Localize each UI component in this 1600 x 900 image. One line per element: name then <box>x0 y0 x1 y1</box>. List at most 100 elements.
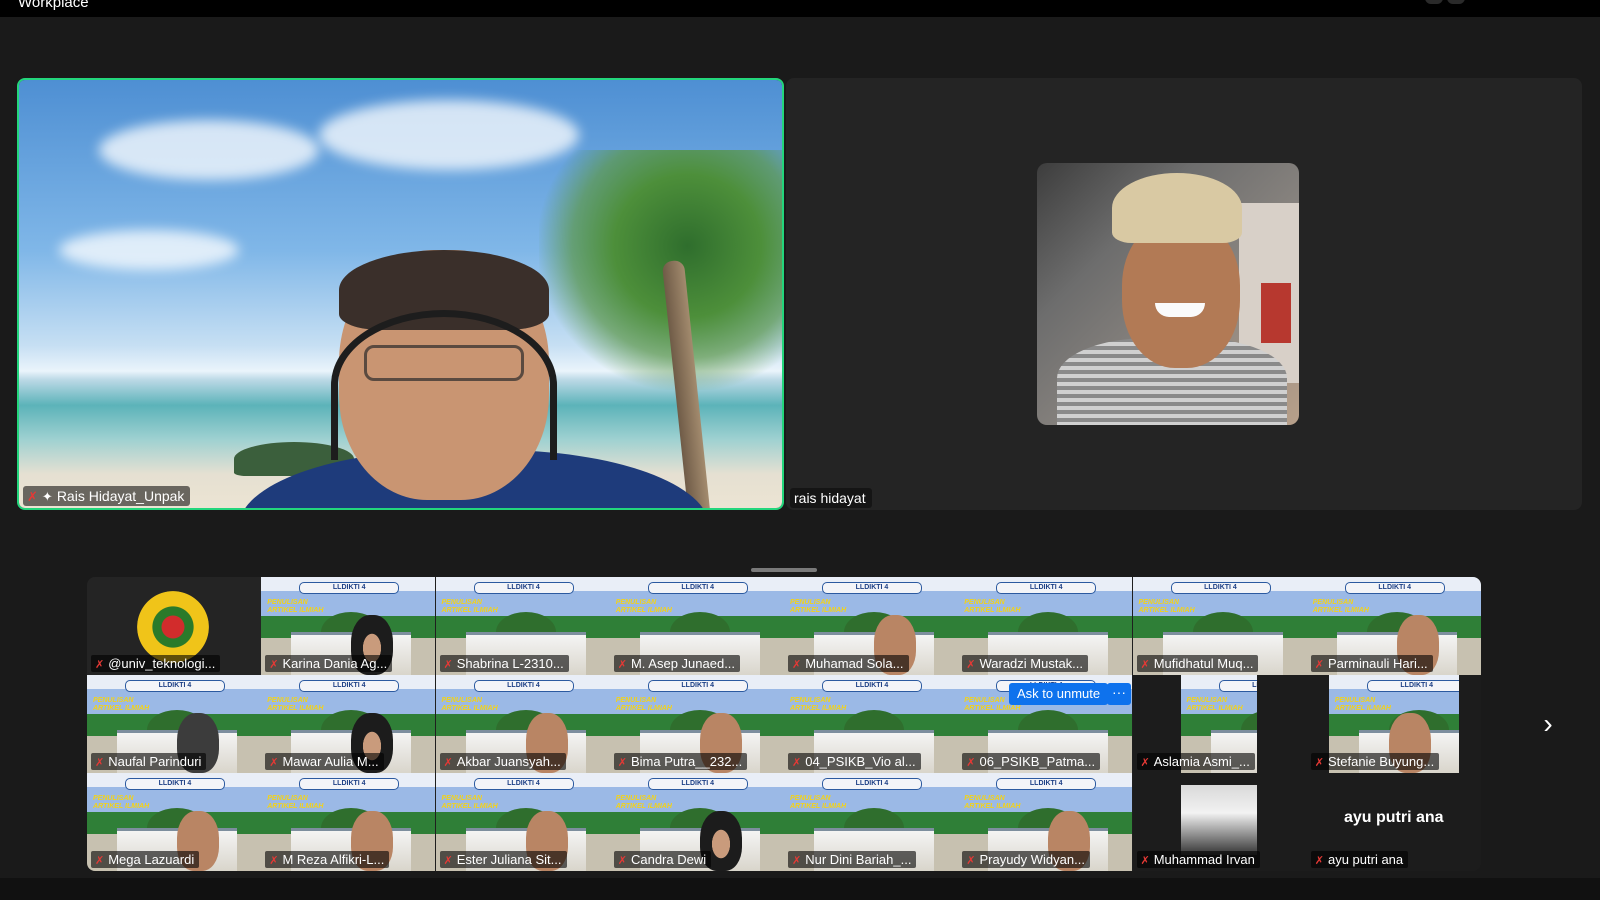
poster-banner: LLDIKTI 4 <box>822 680 922 692</box>
participant-tile[interactable]: LLDIKTI 4 PENULISAN ARTIKEL ILMIAH ✗ M. Ase… <box>609 577 784 675</box>
participant-name-label: ✗ Candra Dewi <box>613 851 712 868</box>
participant-name-label: ✗ Aslamia Asmi_... <box>1136 753 1255 770</box>
participant-tile[interactable]: LLDIKTI 4 PENULISAN ARTIKEL ILMIAH ✗ M Reza… <box>261 773 436 871</box>
participant-tile[interactable]: LLDIKTI 4 PENULISAN ARTIKEL ILMIAH ✗ Mawar … <box>261 675 436 773</box>
participant-name-label: ✗ Bima Putra__232... <box>613 753 748 770</box>
participant-tile[interactable]: LLDIKTI 4 PENULISAN ARTIKEL ILMIAH ✗ Mega L… <box>87 773 261 871</box>
poster-banner: LLDIKTI 4 <box>1366 680 1459 692</box>
cloud <box>59 230 239 270</box>
mic-off-icon: ✗ <box>269 659 279 671</box>
poster-banner: LLDIKTI 4 <box>647 778 748 790</box>
poster-headline: PENULISAN ARTIKEL ILMIAH <box>441 795 498 810</box>
app-title: Workplace <box>18 0 89 11</box>
university-logo <box>137 591 209 663</box>
gallery-strip: ✗ @univ_teknologi... LLDIKTI 4 PENULISAN AR… <box>87 577 1481 871</box>
participant-tile[interactable]: LLDIKTI 4 PENULISAN ARTIKEL ILMIAH ✗ Bima P… <box>609 675 784 773</box>
poster-banner: LLDIKTI 4 <box>647 582 748 594</box>
window-control-icon[interactable] <box>1447 0 1465 4</box>
participant-tile[interactable]: ✗ Muhammad Irvan <box>1132 773 1307 871</box>
participant-name-label: ✗ ayu putri ana <box>1310 851 1409 868</box>
title-bar: Workplace <box>0 0 1600 17</box>
participant-tile[interactable]: LLDIKTI 4 PENULISAN ARTIKEL ILMIAH ✗ Muhama… <box>784 577 958 675</box>
participant-name-label: ✗ Nur Dini Bariah_... <box>788 851 917 868</box>
participant-tile[interactable]: LLDIKTI 4 PENULISAN ARTIKEL ILMIAH ✗ Nur Di… <box>784 773 958 871</box>
pin-icon[interactable]: ✦ <box>42 489 53 504</box>
participant-tile[interactable]: LLDIKTI 4 PENULISAN ARTIKEL ILMIAH ✗ Akbar … <box>435 675 610 773</box>
mic-off-icon: ✗ <box>617 757 627 769</box>
poster-banner: LLDIKTI 4 <box>1344 582 1445 594</box>
participant-name-label: ✗ Ester Juliana Sit... <box>439 851 567 868</box>
participant-name-label: ✗ Naufal Parinduri <box>91 753 207 770</box>
participant-name-label: ✗ ✦ Rais Hidayat_Unpak <box>23 486 191 506</box>
participant-name-label: ✗ Parminauli Hari... <box>1310 655 1433 672</box>
poster-headline: PENULISAN ARTIKEL ILMIAH <box>615 795 672 810</box>
poster-headline: PENULISAN ARTIKEL ILMIAH <box>964 795 1021 810</box>
participant-tile[interactable]: LLDIKTI 4 PENULISAN ARTIKEL ILMIAH ✗ Ester … <box>435 773 610 871</box>
active-speaker-tile[interactable]: ✗ ✦ Rais Hidayat_Unpak <box>17 78 784 510</box>
participant-name-label: ✗ Muhammad Irvan <box>1136 851 1260 868</box>
poster-headline: PENULISAN ARTIKEL ILMIAH <box>267 697 324 712</box>
poster-banner: LLDIKTI 4 <box>647 680 748 692</box>
mic-off-icon: ✗ <box>966 659 976 671</box>
poster-banner: LLDIKTI 4 <box>822 582 922 594</box>
participant-name-label: ✗ Karina Dania Ag... <box>265 655 393 672</box>
participant-tile[interactable]: LLDIKTI 4 PENULISAN ARTIKEL ILMIAH ✗ Stefan… <box>1306 675 1481 773</box>
participant-name-label: ✗ Shabrina L-2310... <box>439 655 569 672</box>
mic-off-icon: ✗ <box>95 659 105 671</box>
ask-to-unmute-button[interactable]: Ask to unmute <box>1009 683 1109 705</box>
mic-off-icon: ✗ <box>269 757 279 769</box>
poster-banner: LLDIKTI 4 <box>473 778 574 790</box>
mic-off-icon: ✗ <box>269 855 279 867</box>
participant-tile[interactable]: ayu putri ana ✗ ayu putri ana <box>1306 773 1481 871</box>
resize-handle[interactable] <box>751 568 817 572</box>
poster-banner: LLDIKTI 4 <box>1170 582 1271 594</box>
participant-tile[interactable]: LLDIKTI 4 PENULISAN ARTIKEL ILMIAH ✗ 04_PSI… <box>784 675 958 773</box>
mic-off-icon: ✗ <box>1140 855 1150 867</box>
window-control-icon[interactable] <box>1425 0 1443 4</box>
poster-banner: LLDIKTI 4 <box>299 778 400 790</box>
participant-tile[interactable]: LLDIKTI 4 PENULISAN ARTIKEL ILMIAH ✗ Candra… <box>609 773 784 871</box>
participant-name-label: ✗ Mega Lazuardi <box>91 851 200 868</box>
mic-off-icon: ✗ <box>966 757 976 769</box>
poster-headline: PENULISAN ARTIKEL ILMIAH <box>615 599 672 614</box>
participant-tile[interactable]: LLDIKTI 4 PENULISAN ARTIKEL ILMIAH ✗ Prayud… <box>958 773 1133 871</box>
participant-tile[interactable]: LLDIKTI 4 PENULISAN ARTIKEL ILMIAH ✗ Mufidh… <box>1132 577 1307 675</box>
more-options-button[interactable]: ··· <box>1107 683 1131 705</box>
poster-banner: LLDIKTI 4 <box>1218 680 1257 692</box>
participant-tile[interactable]: LLDIKTI 4 PENULISAN ARTIKEL ILMIAH ✗Aslami… <box>1132 675 1307 773</box>
mic-off-icon: ✗ <box>617 855 627 867</box>
speaker-video <box>239 250 709 508</box>
participant-name-label: ✗ Muhamad Sola... <box>788 655 909 672</box>
poster-banner: LLDIKTI 4 <box>299 680 400 692</box>
participant-tile[interactable]: LLDIKTI 4 PENULISAN ARTIKEL ILMIAH ✗ Waradz… <box>958 577 1133 675</box>
poster-banner: LLDIKTI 4 <box>822 778 922 790</box>
poster-headline: PENULISAN ARTIKEL ILMIAH <box>441 697 498 712</box>
participant-name-label: ✗ 06_PSIKB_Patma... <box>962 753 1101 770</box>
poster-headline: PENULISAN ARTIKEL ILMIAH <box>267 599 324 614</box>
poster-headline: PENULISAN ARTIKEL ILMIAH <box>441 599 498 614</box>
participant-tile[interactable]: LLDIKTI 4 PENULISAN ARTIKEL ILMIAH ✗ Parmin… <box>1306 577 1481 675</box>
mic-off-icon: ✗ <box>443 757 453 769</box>
participant-profile-photo <box>1037 163 1299 425</box>
poster-headline: PENULISAN ARTIKEL ILMIAH <box>267 795 324 810</box>
participant-profile-photo <box>1180 785 1257 855</box>
participant-name-label: ✗ M. Asep Junaed... <box>613 655 741 672</box>
mic-off-icon: ✗ <box>443 659 453 671</box>
mic-off-icon: ✗ <box>1140 659 1150 671</box>
participant-tile[interactable]: ✗ @univ_teknologi... <box>87 577 261 675</box>
participant-name-label: ✗ Mufidhatul Muq... <box>1136 655 1259 672</box>
participant-name-label: ✗ @univ_teknologi... <box>91 655 221 672</box>
poster-headline: PENULISAN ARTIKEL ILMIAH <box>93 697 150 712</box>
chevron-right-icon[interactable]: › <box>1537 709 1559 741</box>
participant-name-label: ✗ Akbar Juansyah... <box>439 753 566 770</box>
participant-tile[interactable]: LLDIKTI 4 PENULISAN ARTIKEL ILMIAH ✗ Naufal… <box>87 675 261 773</box>
participant-tile[interactable]: LLDIKTI 4 PENULISAN ARTIKEL ILMIAH ✗ Karina… <box>261 577 436 675</box>
participant-name-label: ✗ Mawar Aulia M... <box>265 753 384 770</box>
poster-banner: LLDIKTI 4 <box>299 582 400 594</box>
participant-name-label: rais hidayat <box>790 488 872 508</box>
bottom-toolbar <box>0 878 1600 900</box>
participant-name-label: ✗ 04_PSIKB_Vio al... <box>788 753 921 770</box>
poster-headline: PENULISAN ARTIKEL ILMIAH <box>1138 599 1195 614</box>
participant-tile[interactable]: LLDIKTI 4 PENULISAN ARTIKEL ILMIAH ✗ Shabri… <box>435 577 610 675</box>
participant-name-label: ✗ Stefanie Buyung... <box>1310 753 1440 770</box>
